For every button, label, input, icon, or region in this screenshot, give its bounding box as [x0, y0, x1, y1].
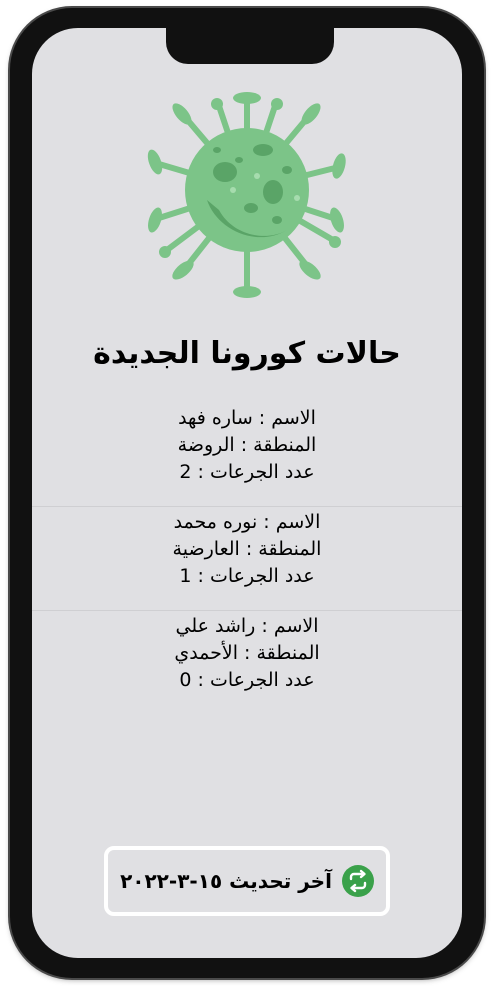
case-doses: عدد الجرعات : 1 [179, 565, 315, 587]
coronavirus-icon [147, 92, 346, 298]
case-card: الاسم : نوره محمد المنطقة : العارضية عدد… [32, 507, 462, 611]
last-update-button[interactable]: آخر تحديث ١٥-٣-٢٠٢٢ [104, 846, 390, 916]
case-name: الاسم : نوره محمد [173, 511, 321, 533]
case-region: المنطقة : الروضة [177, 434, 317, 456]
phone-frame: حالات كورونا الجديدة الاسم : ساره فهد ال… [10, 8, 484, 978]
phone-notch [166, 28, 334, 64]
cases-list: الاسم : ساره فهد المنطقة : الروضة عدد ال… [32, 403, 462, 715]
app-screen: حالات كورونا الجديدة الاسم : ساره فهد ال… [32, 28, 462, 958]
case-doses: عدد الجرعات : 2 [179, 461, 315, 483]
case-doses: عدد الجرعات : 0 [179, 669, 315, 691]
refresh-icon [341, 865, 374, 897]
case-region: المنطقة : الأحمدي [174, 642, 320, 664]
case-card: الاسم : راشد علي المنطقة : الأحمدي عدد ا… [32, 611, 462, 715]
page-title: حالات كورونا الجديدة [93, 336, 401, 371]
case-name: الاسم : راشد علي [175, 615, 319, 637]
case-region: المنطقة : العارضية [172, 538, 322, 560]
last-update-label: آخر تحديث ١٥-٣-٢٠٢٢ [120, 869, 332, 893]
case-card: الاسم : ساره فهد المنطقة : الروضة عدد ال… [32, 403, 462, 507]
case-name: الاسم : ساره فهد [178, 407, 316, 429]
